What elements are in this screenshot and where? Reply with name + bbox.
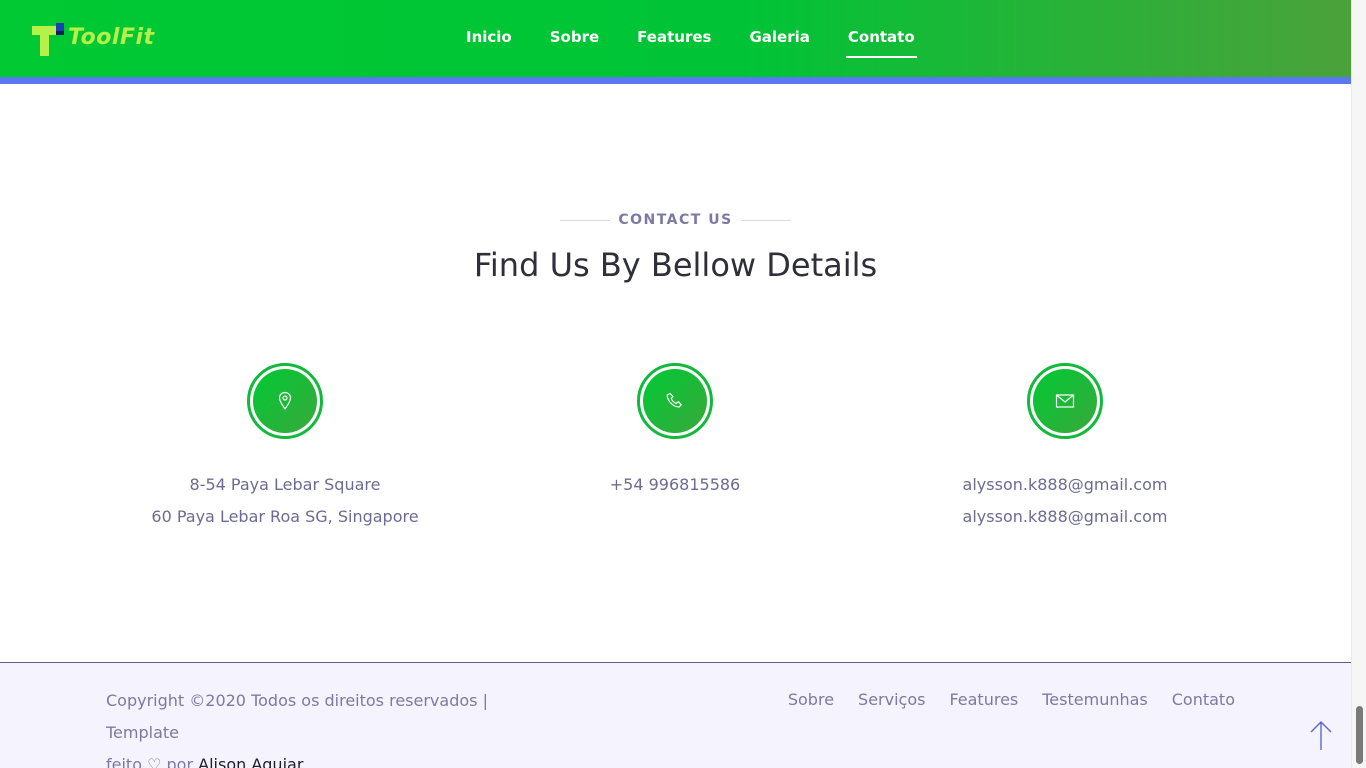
contact-card-address: 8-54 Paya Lebar Square 60 Paya Lebar Roa… [135, 363, 435, 533]
site-header: ToolFit Inicio Sobre Features Galeria Co… [0, 0, 1351, 84]
main-nav: Inicio Sobre Features Galeria Contato [466, 28, 953, 58]
mail-icon [1055, 394, 1075, 408]
eyebrow-divider-right [741, 220, 791, 221]
contact-card-phone: +54 996815586 [525, 363, 825, 501]
email-line-2[interactable]: alysson.k888@gmail.com [915, 501, 1215, 533]
logo[interactable]: ToolFit [30, 22, 155, 58]
nav-item-features[interactable]: Features [637, 28, 711, 55]
email-line-1[interactable]: alysson.k888@gmail.com [915, 469, 1215, 501]
section-title: Find Us By Bellow Details [473, 246, 878, 284]
arrow-up-icon[interactable] [1308, 720, 1334, 752]
icon-ring [637, 363, 713, 439]
heart-icon: ♡ [147, 755, 162, 768]
address-line-1: 8-54 Paya Lebar Square [189, 475, 381, 494]
phone-number[interactable]: +54 996815586 [525, 469, 825, 501]
footer-nav: Sobre Serviços Features Testemunhas Cont… [764, 690, 1235, 709]
nav-item-contato[interactable]: Contato [845, 28, 917, 58]
nav-item-galeria[interactable]: Galeria [749, 28, 809, 55]
scrollbar[interactable] [1351, 0, 1366, 768]
copyright-text: Copyright ©2020 Todos os direitos reserv… [106, 685, 566, 768]
footer-link-testemunhas[interactable]: Testemunhas [1042, 690, 1148, 709]
icon-ring [247, 363, 323, 439]
section-eyebrow: CONTACT US [618, 212, 733, 228]
logo-text: ToolFit [68, 25, 155, 50]
footer-link-features[interactable]: Features [949, 690, 1018, 709]
footer-link-servicos[interactable]: Serviços [858, 690, 925, 709]
phone-icon [666, 392, 682, 408]
page: ToolFit Inicio Sobre Features Galeria Co… [0, 0, 1351, 768]
contact-card-email: alysson.k888@gmail.com alysson.k888@gmai… [915, 363, 1215, 533]
footer-link-contato[interactable]: Contato [1172, 690, 1235, 709]
nav-item-inicio[interactable]: Inicio [466, 28, 512, 55]
footer-link-sobre[interactable]: Sobre [788, 690, 834, 709]
scrollbar-thumb[interactable] [1356, 706, 1363, 764]
location-pin-icon [278, 391, 292, 410]
icon-ring [1027, 363, 1103, 439]
toolfit-logo-icon [32, 23, 64, 56]
site-footer: Copyright ©2020 Todos os direitos reserv… [0, 662, 1351, 768]
nav-item-sobre[interactable]: Sobre [550, 28, 599, 55]
author-link[interactable]: Alison Aguiar [198, 755, 303, 768]
address-line-2: 60 Paya Lebar Roa SG, Singapore [151, 507, 419, 526]
